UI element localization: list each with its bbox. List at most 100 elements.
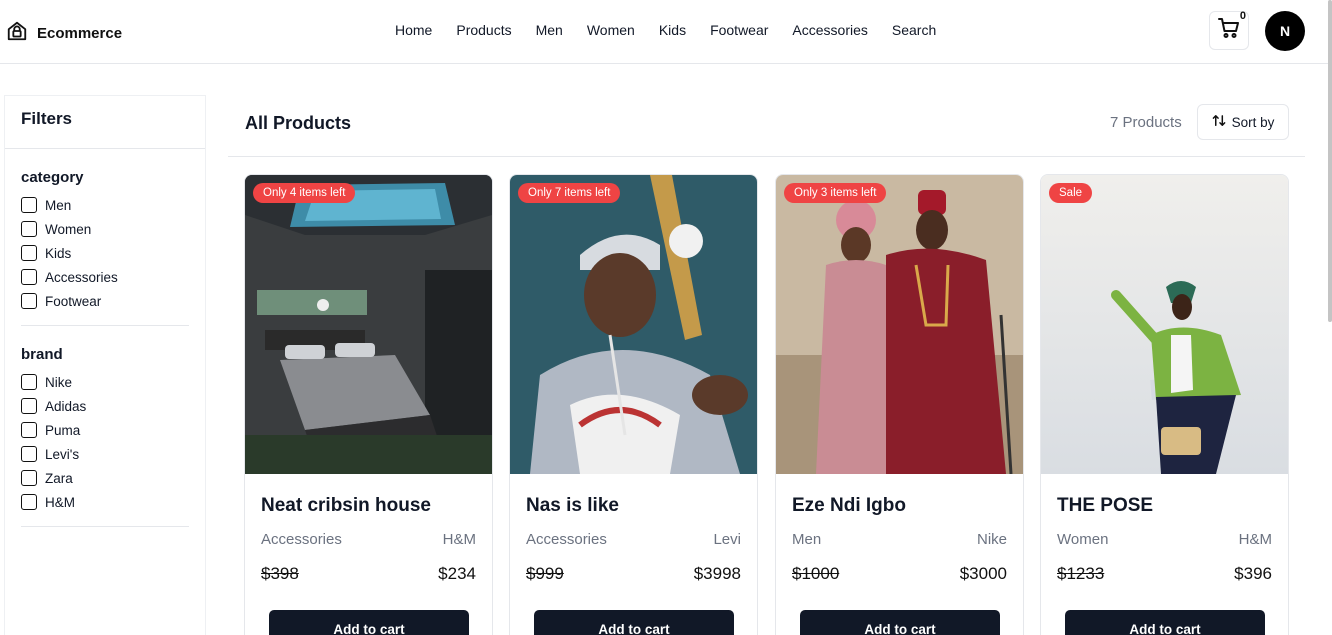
stock-badge: Only 3 items left: [784, 183, 887, 203]
checkbox[interactable]: [21, 197, 37, 213]
filter-option-label: Adidas: [45, 398, 87, 414]
product-card[interactable]: Only 4 items left Neat cribsin house Acc…: [244, 174, 493, 635]
sale-badge: Sale: [1049, 183, 1093, 203]
product-image[interactable]: Only 3 items left: [776, 175, 1023, 475]
checkbox[interactable]: [21, 446, 37, 462]
filter-option-label: Puma: [45, 422, 81, 438]
filter-option-label: Footwear: [45, 293, 102, 309]
filter-option-label: Nike: [45, 374, 73, 390]
filter-option-zara[interactable]: Zara: [21, 470, 73, 486]
filter-option-hm[interactable]: H&M: [21, 494, 75, 510]
shopping-bag-house-icon: [6, 20, 28, 47]
filter-option-levis[interactable]: Levi's: [21, 446, 79, 462]
filter-option-footwear[interactable]: Footwear: [21, 293, 101, 309]
product-meta: Accessories Levi: [526, 531, 741, 548]
product-price-row: $398 $234: [261, 564, 476, 584]
checkbox[interactable]: [21, 470, 37, 486]
sale-price: $396: [1234, 564, 1272, 583]
filter-option-adidas[interactable]: Adidas: [21, 398, 86, 414]
filter-option-label: H&M: [45, 494, 75, 510]
brand-name: Ecommerce: [37, 25, 123, 42]
product-count: 7 Products: [1110, 114, 1182, 131]
add-to-cart-button[interactable]: Add to cart: [800, 610, 1000, 635]
top-navbar: Ecommerce Home Products Men Women Kids F…: [0, 0, 1332, 64]
nav-products[interactable]: Products: [456, 22, 511, 38]
checkbox[interactable]: [21, 398, 37, 414]
filter-option-label: Women: [45, 221, 92, 237]
main-nav: Home Products Men Women Kids Footwear Ac…: [395, 22, 936, 38]
product-price-row: $999 $3998: [526, 564, 741, 584]
filter-group-category-title: category: [21, 169, 84, 186]
product-price-row: $1233 $396: [1057, 564, 1272, 584]
sale-price: $3998: [693, 564, 741, 583]
nav-women[interactable]: Women: [587, 22, 635, 38]
product-card[interactable]: Only 7 items left Nas is like Accessorie…: [509, 174, 758, 635]
divider: [21, 526, 189, 527]
filter-option-accessories[interactable]: Accessories: [21, 269, 118, 285]
brand-link[interactable]: Ecommerce: [6, 20, 122, 47]
nav-home[interactable]: Home: [395, 22, 432, 38]
cart-count-badge: 0: [1239, 10, 1246, 22]
nav-accessories[interactable]: Accessories: [792, 22, 867, 38]
divider: [228, 156, 1305, 157]
add-to-cart-button[interactable]: Add to cart: [1065, 610, 1265, 635]
checkbox[interactable]: [21, 221, 37, 237]
add-to-cart-button[interactable]: Add to cart: [269, 610, 469, 635]
product-card[interactable]: Sale THE POSE Women H&M $1233 $396 Add t…: [1040, 174, 1289, 635]
user-avatar[interactable]: N: [1265, 11, 1305, 51]
stock-badge: Only 4 items left: [253, 183, 356, 203]
page-scrollbar[interactable]: [1328, 0, 1332, 322]
sort-label: Sort by: [1231, 114, 1275, 130]
filter-group-brand-title: brand: [21, 346, 63, 363]
filter-option-label: Men: [45, 197, 72, 213]
filter-option-women[interactable]: Women: [21, 221, 91, 237]
product-brand: H&M: [442, 531, 476, 548]
product-title[interactable]: Nas is like: [526, 495, 619, 517]
product-meta: Accessories H&M: [261, 531, 476, 548]
nav-men[interactable]: Men: [536, 22, 563, 38]
product-brand: Levi: [713, 531, 741, 548]
original-price: $999: [526, 564, 564, 583]
product-brand: H&M: [1238, 531, 1272, 548]
divider: [5, 148, 205, 149]
filter-option-men[interactable]: Men: [21, 197, 71, 213]
product-category: Accessories: [261, 531, 342, 548]
divider: [21, 325, 189, 326]
product-image[interactable]: Only 4 items left: [245, 175, 492, 474]
product-image[interactable]: Sale: [1041, 175, 1288, 474]
filters-sidebar: Filters category Men Women Kids Accessor…: [4, 95, 206, 635]
cart-icon: [1217, 16, 1241, 45]
checkbox[interactable]: [21, 494, 37, 510]
product-category: Accessories: [526, 531, 607, 548]
cart-button[interactable]: 0: [1209, 10, 1249, 50]
product-category: Men: [792, 531, 822, 548]
stock-badge: Only 7 items left: [518, 183, 621, 203]
checkbox[interactable]: [21, 269, 37, 285]
checkbox[interactable]: [21, 422, 37, 438]
product-meta: Women H&M: [1057, 531, 1272, 548]
product-title[interactable]: Neat cribsin house: [261, 495, 431, 517]
filter-option-kids[interactable]: Kids: [21, 245, 71, 261]
original-price: $1000: [792, 564, 840, 583]
checkbox[interactable]: [21, 245, 37, 261]
add-to-cart-button[interactable]: Add to cart: [534, 610, 734, 635]
nav-footwear[interactable]: Footwear: [710, 22, 768, 38]
filter-option-nike[interactable]: Nike: [21, 374, 72, 390]
product-card[interactable]: Only 3 items left Eze Ndi Igbo Men Nike …: [775, 174, 1024, 635]
nav-kids[interactable]: Kids: [659, 22, 686, 38]
filter-option-puma[interactable]: Puma: [21, 422, 80, 438]
product-image[interactable]: Only 7 items left: [510, 175, 757, 474]
sale-price: $234: [438, 564, 476, 583]
original-price: $398: [261, 564, 299, 583]
sort-button[interactable]: Sort by: [1197, 104, 1289, 140]
nav-search[interactable]: Search: [892, 22, 936, 38]
sort-arrows-icon: [1212, 113, 1227, 131]
product-title[interactable]: Eze Ndi Igbo: [792, 495, 906, 517]
checkbox[interactable]: [21, 293, 37, 309]
page-title: All Products: [245, 113, 352, 133]
product-title[interactable]: THE POSE: [1057, 495, 1153, 517]
checkbox[interactable]: [21, 374, 37, 390]
filters-title: Filters: [21, 109, 73, 128]
product-category: Women: [1057, 531, 1109, 548]
original-price: $1233: [1057, 564, 1105, 583]
